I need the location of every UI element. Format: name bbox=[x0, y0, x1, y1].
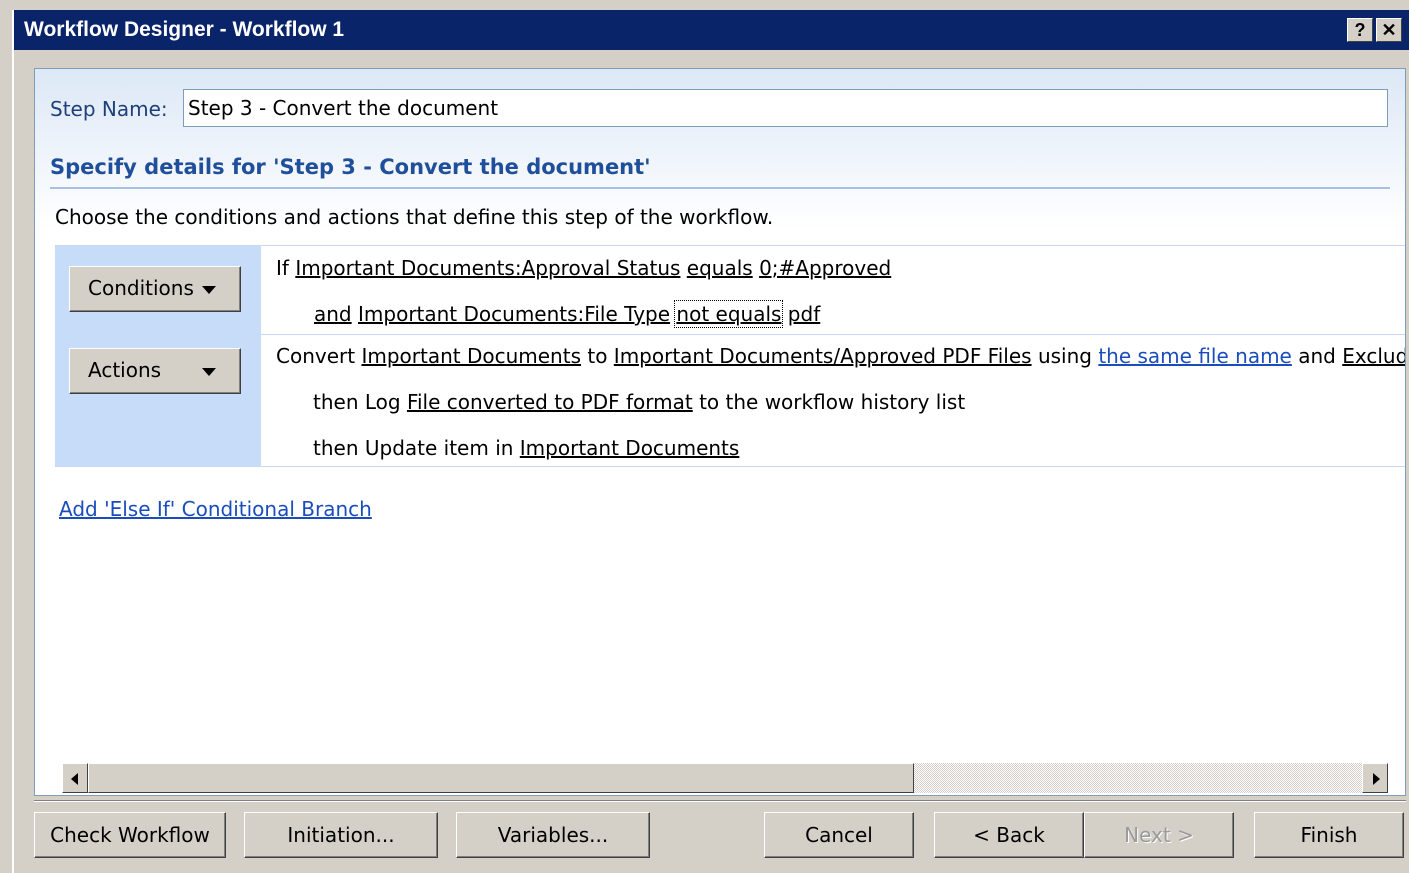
action-update-list-link[interactable]: Important Documents bbox=[520, 436, 740, 460]
close-icon[interactable]: ✕ bbox=[1376, 18, 1402, 42]
workflow-designer-dialog: Workflow Designer - Workflow 1 ? ✕ Step … bbox=[12, 10, 1409, 873]
details-heading: Specify details for 'Step 3 - Convert th… bbox=[50, 155, 651, 179]
variables-button[interactable]: Variables... bbox=[456, 812, 650, 858]
condition-operator-link[interactable]: not equals bbox=[674, 300, 784, 328]
action-line-1: Convert Important Documents to Important… bbox=[276, 344, 1405, 368]
condition-line-1: If Important Documents:Approval Status e… bbox=[276, 256, 891, 280]
check-workflow-button[interactable]: Check Workflow bbox=[34, 812, 226, 858]
arrow-left-icon bbox=[71, 773, 78, 785]
action-and-text: and bbox=[1298, 344, 1336, 368]
action-naming-link[interactable]: the same file name bbox=[1098, 344, 1292, 368]
scroll-left-button[interactable] bbox=[62, 763, 88, 793]
cancel-button[interactable]: Cancel bbox=[764, 812, 914, 858]
action-to-text: to bbox=[587, 344, 608, 368]
conditions-button-label: Conditions bbox=[88, 276, 194, 300]
action-target-link[interactable]: Important Documents/Approved PDF Files bbox=[614, 344, 1032, 368]
finish-button[interactable]: Finish bbox=[1254, 812, 1404, 858]
conditions-button[interactable]: Conditions bbox=[69, 266, 241, 312]
horizontal-scrollbar[interactable] bbox=[62, 763, 1388, 793]
action-using-text: using bbox=[1037, 344, 1092, 368]
scrollbar-thumb[interactable] bbox=[88, 763, 914, 793]
action-line-3: then Update item in Important Documents bbox=[313, 436, 739, 460]
condition-operator-link[interactable]: equals bbox=[687, 256, 753, 280]
chevron-down-icon bbox=[202, 368, 216, 376]
action-line-2: then Log File converted to PDF format to… bbox=[313, 390, 965, 414]
step-panel: Step Name: Specify details for 'Step 3 -… bbox=[34, 68, 1406, 796]
action-log-suffix-text: to the workflow history list bbox=[699, 390, 966, 414]
action-verb-text: Convert bbox=[276, 344, 356, 368]
scroll-right-button[interactable] bbox=[1362, 763, 1388, 793]
condition-conjunction-link[interactable]: and bbox=[314, 302, 352, 326]
rules-area: Conditions Actions If Important Document… bbox=[55, 245, 1405, 467]
initiation-button[interactable]: Initiation... bbox=[244, 812, 438, 858]
back-button[interactable]: < Back bbox=[934, 812, 1084, 858]
actions-button[interactable]: Actions bbox=[69, 348, 241, 394]
step-name-label: Step Name: bbox=[50, 97, 168, 121]
next-button: Next > bbox=[1084, 812, 1234, 858]
rules-divider bbox=[261, 334, 1405, 335]
action-log-message-link[interactable]: File converted to PDF format bbox=[407, 390, 693, 414]
title-bar[interactable]: Workflow Designer - Workflow 1 ? ✕ bbox=[14, 10, 1409, 50]
help-icon[interactable]: ? bbox=[1347, 18, 1373, 42]
add-else-if-branch-link[interactable]: Add 'Else If' Conditional Branch bbox=[59, 497, 372, 521]
action-log-text: then Log bbox=[313, 390, 401, 414]
condition-if-text: If bbox=[276, 256, 289, 280]
actions-button-label: Actions bbox=[88, 358, 162, 382]
condition-value-link[interactable]: pdf bbox=[788, 302, 820, 326]
condition-value-link[interactable]: 0;#Approved bbox=[759, 256, 891, 280]
condition-field-link[interactable]: Important Documents:File Type bbox=[358, 302, 670, 326]
action-update-text: then Update item in bbox=[313, 436, 514, 460]
step-description: Choose the conditions and actions that d… bbox=[55, 205, 774, 229]
step-name-input[interactable] bbox=[183, 89, 1388, 127]
action-exclude-link[interactable]: Exclude bbox=[1342, 344, 1405, 368]
condition-field-link[interactable]: Important Documents:Approval Status bbox=[295, 256, 680, 280]
heading-divider bbox=[50, 187, 1390, 189]
chevron-down-icon bbox=[202, 286, 216, 294]
condition-line-2: and Important Documents:File Type not eq… bbox=[314, 300, 820, 328]
action-source-link[interactable]: Important Documents bbox=[361, 344, 581, 368]
footer-divider bbox=[34, 800, 1406, 802]
arrow-right-icon bbox=[1373, 773, 1380, 785]
window-title: Workflow Designer - Workflow 1 bbox=[24, 18, 345, 41]
